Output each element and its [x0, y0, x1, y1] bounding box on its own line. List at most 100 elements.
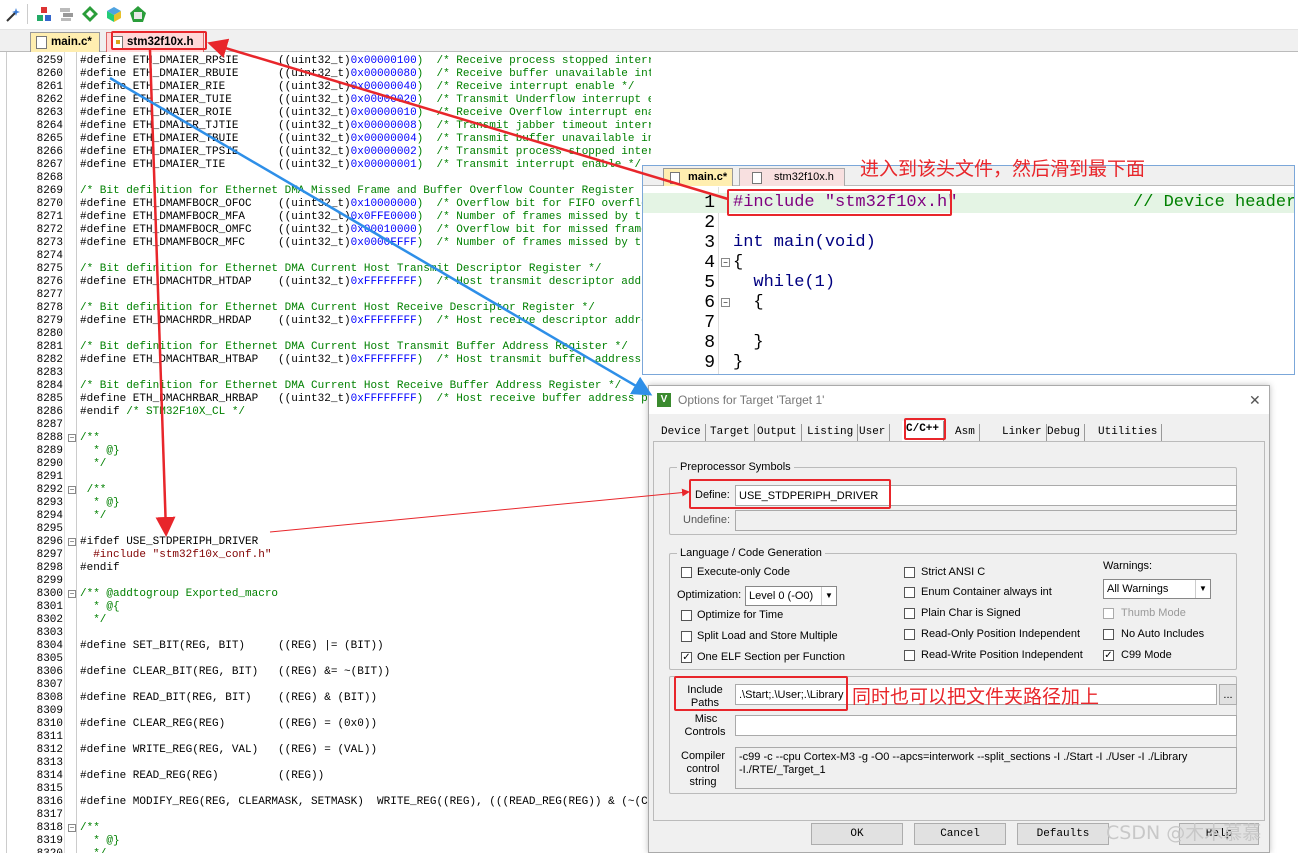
line-number: 8286	[36, 406, 63, 418]
one-elf-checkbox[interactable]: ✓	[681, 652, 692, 663]
split-load-checkbox[interactable]	[681, 631, 692, 642]
tab-debug[interactable]: Debug	[1043, 424, 1086, 441]
tab-linker[interactable]: Linker	[998, 424, 1047, 441]
line-number: 2	[704, 213, 715, 233]
compiler-control-string: -c99 -c --cpu Cortex-M3 -g -O0 --apcs=in…	[735, 747, 1237, 789]
tab-main-c[interactable]: main.c*	[30, 32, 100, 52]
code-text: #define ETH_DMAIER_RPSIE ((uint32_t)	[80, 55, 351, 67]
keil-logo-icon: V	[657, 393, 671, 407]
code-text: #define ETH_DMAIER_TIE ((uint32_t)	[80, 159, 351, 171]
pack-installer-icon[interactable]	[81, 5, 99, 23]
hex-value: 0x00000001	[350, 159, 417, 171]
fold-toggle-icon[interactable]: −	[68, 434, 76, 442]
code-comment: ) /* Receive buffer unavailable interrup…	[416, 68, 651, 80]
line-number: 8275	[36, 263, 63, 275]
tab-listing[interactable]: Listing	[803, 424, 859, 441]
tab-utilities[interactable]: Utilities	[1094, 424, 1163, 441]
hex-value: 0xFFFFFFFF	[350, 315, 417, 327]
browse-include-button[interactable]: ...	[1219, 684, 1237, 705]
hex-value: 0x00000008	[350, 120, 417, 132]
c-file-icon	[36, 36, 47, 49]
code-comment: // Device header	[1133, 193, 1295, 212]
run-time-environment-icon[interactable]	[129, 5, 147, 23]
line-number: 8310	[36, 718, 63, 730]
undefine-input[interactable]	[735, 510, 1237, 531]
hex-value: 0xFFFFFFFF	[350, 354, 417, 366]
tab-asm[interactable]: Asm	[951, 424, 980, 441]
defaults-button[interactable]: Defaults	[1017, 823, 1109, 845]
warnings-select[interactable]: All Warnings ▼	[1103, 579, 1211, 599]
code-text: #define ETH_DMAMFBOCR_OMFC ((uint32_t)	[80, 224, 351, 236]
fold-toggle-icon[interactable]: −	[68, 590, 76, 598]
code-line: #define READ_REG(REG) ((REG))	[80, 770, 324, 783]
tab-target[interactable]: Target	[706, 424, 755, 441]
hex-value: 0xFFFFFFFF	[350, 276, 417, 288]
preprocessor-group-label: Preprocessor Symbols	[677, 461, 794, 473]
line-number: 8279	[36, 315, 63, 327]
ok-button[interactable]: OK	[811, 823, 903, 845]
line-number: 8259	[36, 55, 63, 67]
tab-output[interactable]: Output	[753, 424, 802, 441]
code-text: #define CLEAR_REG(REG) ((REG) = (0x0))	[80, 718, 378, 730]
tab-user[interactable]: User	[855, 424, 891, 441]
manage-components-icon[interactable]	[58, 5, 76, 23]
code-text: #define ETH_DMACHTBAR_HTBAP ((uint32_t)	[80, 354, 351, 366]
plain-char-checkbox[interactable]	[904, 608, 915, 619]
cancel-button[interactable]: Cancel	[914, 823, 1006, 845]
code-text: */	[80, 510, 107, 522]
line-number: 1	[704, 193, 715, 213]
fold-toggle-icon[interactable]: −	[68, 824, 76, 832]
code-text: #define ETH_DMAIER_RIE ((uint32_t)	[80, 81, 351, 93]
tab-stm32f10x-h[interactable]: stm32f10x.h	[739, 168, 845, 186]
thumb-mode-checkbox[interactable]	[1103, 608, 1114, 619]
ro-position-checkbox[interactable]	[904, 629, 915, 640]
compiler-control-label-2: control	[686, 763, 720, 775]
code-comment: /* Bit definition for Ethernet DMA Curre…	[80, 341, 628, 353]
optimize-time-checkbox[interactable]	[681, 610, 692, 621]
code-text: */	[80, 458, 107, 470]
select-software-packs-icon[interactable]	[105, 5, 123, 23]
execute-only-checkbox[interactable]	[681, 567, 692, 578]
code-text: #define ETH_DMAIER_ROIE ((uint32_t)	[80, 107, 351, 119]
magic-wand-icon[interactable]	[5, 5, 23, 23]
toolbar	[0, 0, 1298, 30]
code-line: #define ETH_DMACHRDR_HRDAP ((uint32_t)0x…	[80, 315, 651, 328]
strict-ansi-checkbox[interactable]	[904, 567, 915, 578]
line-number: 8277	[36, 289, 63, 301]
code-text: #ifdef USE_STDPERIPH_DRIVER	[80, 536, 259, 548]
fold-toggle-icon[interactable]: −	[68, 538, 76, 546]
rw-position-label: Read-Write Position Independent	[921, 649, 1083, 661]
code-text: #define ETH_DMAMFBOCR_MFC ((uint32_t)	[80, 237, 351, 249]
code-comment: /* Bit definition for Ethernet DMA Curre…	[80, 263, 602, 275]
hex-value: 0x00010000	[350, 224, 417, 236]
tab-main-c[interactable]: main.c*	[663, 168, 733, 186]
line-number: 8295	[36, 523, 63, 535]
enum-container-checkbox[interactable]	[904, 587, 915, 598]
code-line: #endif /* STM32F10X_CL */	[80, 406, 245, 419]
line-number: 8265	[36, 133, 63, 145]
fold-toggle-icon[interactable]: −	[68, 486, 76, 494]
c99-mode-checkbox[interactable]: ✓	[1103, 650, 1114, 661]
line-number: 8316	[36, 796, 63, 808]
rw-position-checkbox[interactable]	[904, 650, 915, 661]
fold-toggle-icon[interactable]: −	[721, 258, 730, 267]
options-dialog: V Options for Target 'Target 1' ✕ Device…	[648, 385, 1270, 853]
highlight-header-tab	[111, 31, 207, 50]
no-auto-includes-checkbox[interactable]	[1103, 629, 1114, 640]
optimization-select[interactable]: Level 0 (-O0) ▼	[745, 586, 837, 606]
code-comment: ) /* Host receive buffer address pointer…	[416, 393, 651, 405]
misc-controls-input[interactable]	[735, 715, 1237, 736]
line-number: 8303	[36, 627, 63, 639]
code-comment: ) /* Transmit Underflow interrupt enable…	[416, 94, 651, 106]
split-load-label: Split Load and Store Multiple	[697, 630, 838, 642]
code-text: #define READ_BIT(REG, BIT) ((REG) & (BIT…	[80, 692, 378, 704]
fold-toggle-icon[interactable]: −	[721, 298, 730, 307]
close-button[interactable]: ✕	[1249, 386, 1261, 414]
tab-label: main.c*	[688, 171, 728, 183]
code-editor[interactable]: 8259 #define ETH_DMAIER_RPSIE ((uint32_t)…	[6, 52, 651, 853]
target-options-icon[interactable]	[35, 5, 53, 23]
code-comment: ) /* Overflow bit for missed frame count…	[416, 224, 648, 236]
code-line: #define WRITE_REG(REG, VAL) ((REG) = (VA…	[80, 744, 377, 757]
tab-device[interactable]: Device	[657, 424, 706, 441]
line-number: 8280	[36, 328, 63, 340]
